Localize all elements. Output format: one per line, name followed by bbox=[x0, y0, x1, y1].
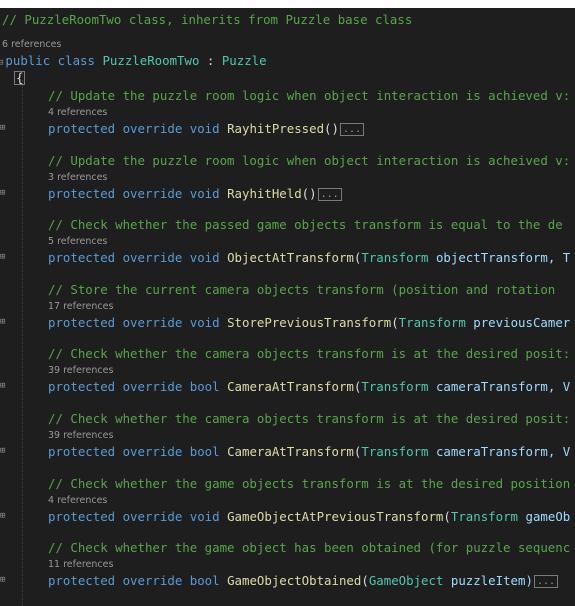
parameter-type: Transform bbox=[450, 508, 526, 524]
method-references-codelens[interactable]: 39 references bbox=[48, 430, 113, 441]
parameter-type: Transform bbox=[361, 444, 436, 459]
return-type: void bbox=[189, 185, 228, 201]
method-references-codelens[interactable]: 5 references bbox=[48, 236, 107, 247]
expand-toggle-icon[interactable]: ⊞ bbox=[0, 380, 8, 392]
signature-punctuation: ( bbox=[361, 573, 369, 589]
method-references-codelens[interactable]: 11 references bbox=[48, 559, 113, 570]
colon: : bbox=[199, 53, 222, 68]
method-name[interactable]: ObjectAtTransform bbox=[227, 250, 354, 265]
parameter-type: Transform bbox=[361, 250, 436, 266]
return-type: void bbox=[189, 314, 228, 330]
parameter-name: cameraTransform, V bbox=[435, 379, 571, 395]
class-open-brace: { bbox=[14, 70, 26, 85]
method-signature: protected override void GameObjectAtPrev… bbox=[48, 509, 570, 524]
parameter-name: puzzleItem) bbox=[450, 573, 533, 589]
class-comment: // PuzzleRoomTwo class, inherits from Pu… bbox=[2, 12, 413, 27]
method-signature: protected override void ObjectAtTransfor… bbox=[48, 250, 570, 265]
parameter-type: Transform bbox=[361, 379, 436, 395]
collapsed-body-marker[interactable]: ... bbox=[533, 575, 558, 589]
method-comment: // Store the current camera objects tran… bbox=[48, 281, 556, 297]
collapsed-body-marker[interactable]: ... bbox=[339, 123, 365, 136]
class-references-codelens[interactable]: 6 references bbox=[2, 39, 61, 50]
method-references-codelens[interactable]: 39 references bbox=[48, 365, 113, 376]
method-comment: // Check whether the game object has bee… bbox=[48, 540, 571, 556]
method-references-codelens[interactable]: 4 references bbox=[48, 107, 107, 118]
method-name[interactable]: GameObjectAtPreviousTransform bbox=[227, 509, 443, 524]
method-modifiers: protected override bbox=[48, 573, 190, 589]
method-comment: // Update the puzzle room logic when obj… bbox=[48, 152, 571, 168]
method-modifiers: protected override bbox=[48, 508, 190, 524]
collapsed-body-marker[interactable]: ... bbox=[317, 187, 342, 201]
method-modifiers: protected override bbox=[48, 314, 190, 330]
parameter-name: objectTransform, T bbox=[435, 250, 571, 266]
method-references-codelens[interactable]: 3 references bbox=[48, 172, 107, 183]
expand-toggle-icon[interactable]: ⊞ bbox=[0, 122, 8, 134]
parameter-type: Transform bbox=[398, 314, 474, 330]
method-signature: protected override void StorePreviousTra… bbox=[48, 315, 570, 330]
method-comment: // Check whether the game objects transf… bbox=[48, 475, 571, 491]
return-type: bool bbox=[189, 573, 228, 589]
keyword-class: class bbox=[57, 53, 95, 68]
expand-toggle-icon[interactable]: ⊞ bbox=[0, 574, 8, 586]
expand-toggle-icon[interactable]: ⊞ bbox=[0, 510, 8, 522]
class-declaration: ⊟ public class PuzzleRoomTwo : Puzzle bbox=[0, 53, 267, 69]
collapse-toggle-icon[interactable]: ⊟ bbox=[0, 58, 3, 68]
method-name[interactable]: CameraAtTransform bbox=[227, 444, 354, 459]
method-references-codelens[interactable]: 4 references bbox=[48, 495, 107, 506]
signature-punctuation: ( bbox=[391, 314, 399, 330]
method-modifiers: protected override bbox=[48, 379, 190, 395]
method-name[interactable]: RayhitPressed bbox=[227, 121, 324, 136]
method-name[interactable]: CameraAtTransform bbox=[227, 379, 354, 394]
top-border bbox=[0, 0, 575, 8]
class-name: PuzzleRoomTwo bbox=[102, 53, 200, 68]
method-signature: protected override void RayhitPressed().… bbox=[48, 121, 365, 136]
method-modifiers: protected override bbox=[48, 121, 190, 136]
return-type: void bbox=[189, 121, 228, 136]
method-name[interactable]: StorePreviousTransform bbox=[227, 315, 391, 330]
keyword-public: public bbox=[5, 53, 51, 68]
open-brace: { bbox=[14, 70, 26, 85]
method-modifiers: protected override bbox=[48, 185, 190, 201]
parameter-type: GameObject bbox=[368, 573, 451, 589]
method-modifiers: protected override bbox=[48, 250, 190, 266]
method-signature: protected override bool CameraAtTransfor… bbox=[48, 444, 570, 459]
parameter-name: previousCamer bbox=[473, 314, 571, 330]
signature-punctuation: () bbox=[324, 121, 339, 136]
parameter-name: cameraTransform, V bbox=[435, 444, 571, 459]
method-signature: protected override void RayhitHeld()... bbox=[48, 186, 342, 201]
expand-toggle-icon[interactable]: ⊞ bbox=[0, 445, 8, 457]
method-comment: // Check whether the passed game objects… bbox=[48, 217, 563, 233]
method-name[interactable]: GameObjectObtained bbox=[227, 573, 361, 588]
expand-toggle-icon[interactable]: ⊞ bbox=[0, 187, 8, 199]
return-type: void bbox=[189, 508, 228, 524]
return-type: bool bbox=[189, 444, 228, 459]
method-signature: protected override bool CameraAtTransfor… bbox=[48, 379, 570, 394]
method-signature: protected override bool GameObjectObtain… bbox=[48, 573, 558, 589]
indent-guide bbox=[22, 80, 23, 606]
return-type: void bbox=[189, 250, 228, 266]
return-type: bool bbox=[189, 379, 228, 395]
method-references-codelens[interactable]: 17 references bbox=[48, 301, 113, 312]
parameter-name: gameOb bbox=[525, 508, 571, 524]
base-class-name: Puzzle bbox=[221, 53, 267, 68]
expand-toggle-icon[interactable]: ⊞ bbox=[0, 316, 8, 328]
method-comment: // Update the puzzle room logic when obj… bbox=[48, 88, 571, 103]
code-editor[interactable]: // PuzzleRoomTwo class, inherits from Pu… bbox=[0, 0, 575, 606]
method-comment: // Check whether the camera objects tran… bbox=[48, 346, 571, 362]
signature-punctuation: () bbox=[301, 185, 317, 201]
method-comment: // Check whether the camera objects tran… bbox=[48, 411, 571, 426]
method-name[interactable]: RayhitHeld bbox=[227, 186, 302, 201]
method-modifiers: protected override bbox=[48, 444, 190, 459]
signature-punctuation: ( bbox=[443, 508, 451, 524]
expand-toggle-icon[interactable]: ⊞ bbox=[0, 251, 8, 263]
